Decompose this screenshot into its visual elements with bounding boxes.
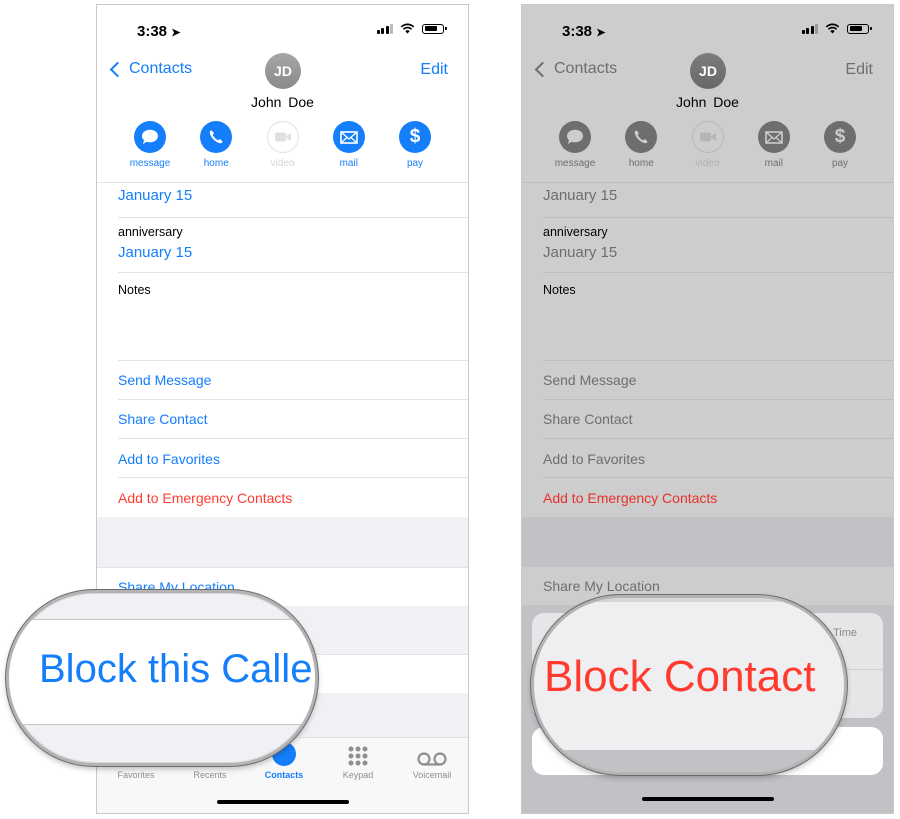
quick-actions: message home video mail $ pay [117, 121, 448, 169]
edit-button[interactable]: Edit [845, 61, 873, 79]
anniversary-label: anniversary [118, 225, 183, 239]
birthday-value[interactable]: January 15 [543, 187, 617, 204]
battery-icon [847, 23, 872, 34]
chevron-left-icon [109, 61, 126, 77]
magnifier-lens-right: Block Contact [531, 595, 847, 775]
message-bubble-icon [142, 129, 158, 144]
location-arrow-icon: ➤ [596, 27, 606, 39]
anniversary-value[interactable]: January 15 [118, 244, 192, 261]
envelope-icon [339, 130, 358, 144]
header-divider [97, 182, 468, 183]
share-contact-item[interactable]: Share Contact [118, 411, 208, 427]
video-camera-icon [274, 132, 291, 142]
message-bubble-icon [567, 129, 583, 144]
edit-button[interactable]: Edit [420, 61, 448, 79]
wifi-icon [825, 23, 840, 34]
chevron-left-icon [534, 61, 551, 77]
dollar-icon: $ [399, 121, 431, 153]
tab-voicemail[interactable]: Voicemail [395, 738, 468, 780]
video-camera-icon [699, 132, 716, 142]
row-separator [543, 272, 893, 273]
contact-name: John Doe [676, 94, 739, 110]
share-contact-item[interactable]: Share Contact [543, 411, 633, 427]
action-home-call[interactable]: home [195, 121, 237, 169]
home-indicator [641, 797, 774, 801]
row-separator [118, 399, 468, 400]
birthday-value[interactable]: January 15 [118, 187, 192, 204]
back-label: Contacts [129, 60, 193, 77]
row-separator [118, 438, 468, 439]
block-contact-button-magnified[interactable]: Block Contact [544, 652, 815, 702]
row-separator [543, 399, 893, 400]
magnifier-lens-left: Block this Calle [6, 590, 318, 766]
action-pay[interactable]: $ pay [819, 121, 861, 169]
anniversary-value[interactable]: January 15 [543, 244, 617, 261]
avatar[interactable]: JD [265, 53, 301, 89]
keypad-icon [348, 746, 368, 766]
anniversary-label: anniversary [543, 225, 608, 239]
row-separator [543, 217, 893, 218]
location-arrow-icon: ➤ [171, 27, 181, 39]
share-location-item: Share My Location [543, 578, 660, 594]
row-separator [543, 477, 893, 478]
action-mail[interactable]: mail [328, 121, 370, 169]
row-separator [118, 272, 468, 273]
send-message-item[interactable]: Send Message [118, 372, 211, 388]
cellular-signal-icon [801, 23, 818, 34]
action-home-call[interactable]: home [620, 121, 662, 169]
phone-icon [209, 130, 223, 144]
row-separator [118, 360, 468, 361]
avatar[interactable]: JD [690, 53, 726, 89]
magnified-gap [534, 750, 844, 772]
action-video: video [262, 121, 304, 169]
action-message[interactable]: message [129, 121, 171, 169]
action-pay[interactable]: $ pay [394, 121, 436, 169]
voicemail-icon [417, 752, 447, 766]
wifi-icon [400, 23, 415, 34]
notes-field[interactable]: Notes [543, 283, 576, 297]
row-separator [118, 477, 468, 478]
add-to-favorites-item[interactable]: Add to Favorites [543, 451, 645, 467]
back-button[interactable]: Contacts [109, 60, 192, 78]
notes-field[interactable]: Notes [118, 283, 151, 297]
cellular-signal-icon [376, 23, 393, 34]
action-message[interactable]: message [554, 121, 596, 169]
phone-icon [634, 130, 648, 144]
action-mail[interactable]: mail [753, 121, 795, 169]
row-separator [543, 360, 893, 361]
home-indicator [216, 800, 349, 804]
status-icons [376, 23, 447, 34]
back-label: Contacts [554, 60, 618, 77]
add-to-favorites-item[interactable]: Add to Favorites [118, 451, 220, 467]
contact-name: John Doe [251, 94, 314, 110]
section-gap [522, 517, 893, 567]
header-divider [522, 182, 893, 183]
status-time: 3:38 ➤ [137, 23, 181, 40]
status-time: 3:38 ➤ [562, 23, 606, 40]
action-video: video [687, 121, 729, 169]
back-button[interactable]: Contacts [534, 60, 617, 78]
block-caller-item-magnified[interactable]: Block this Calle [39, 647, 312, 692]
status-icons [801, 23, 872, 34]
dollar-icon: $ [824, 121, 856, 153]
battery-icon [422, 23, 447, 34]
section-gap [97, 517, 468, 567]
add-emergency-contacts-item[interactable]: Add to Emergency Contacts [543, 490, 717, 506]
tab-keypad[interactable]: Keypad [321, 738, 395, 780]
send-message-item[interactable]: Send Message [543, 372, 636, 388]
quick-actions: message home video mail $ pay [542, 121, 873, 169]
row-separator [543, 438, 893, 439]
row-separator [118, 217, 468, 218]
envelope-icon [764, 130, 783, 144]
add-emergency-contacts-item[interactable]: Add to Emergency Contacts [118, 490, 292, 506]
